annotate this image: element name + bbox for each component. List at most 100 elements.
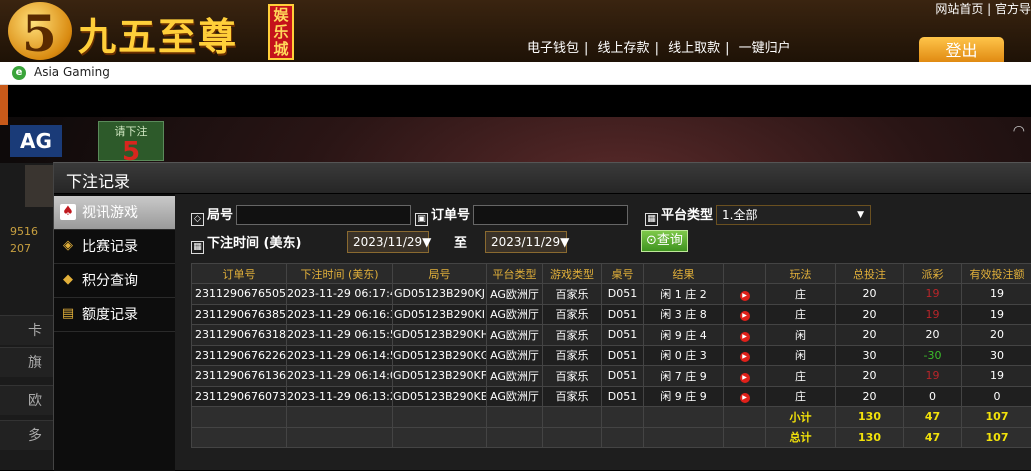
- table-cell: [724, 407, 766, 428]
- table-cell: 20: [904, 325, 962, 346]
- col-result: 结果: [644, 264, 724, 284]
- table-cell: D051: [602, 366, 644, 387]
- search-button[interactable]: ⊙查询: [641, 230, 688, 252]
- table-cell: 20: [836, 366, 904, 387]
- calendar-icon: ▦: [191, 241, 204, 254]
- nav-deposit[interactable]: 线上存款: [598, 41, 650, 56]
- table-cell: 闲 9 庄 4: [644, 325, 724, 346]
- table-cell: 20: [836, 386, 904, 407]
- table-cell: [287, 427, 393, 448]
- sidebar-item-match-records[interactable]: ◈ 比赛记录: [54, 230, 175, 264]
- search-button-label: 查询: [657, 233, 683, 248]
- table-row: 2311290676385732023-11-29 06:16:31GD0512…: [192, 304, 1031, 325]
- table-cell: -30: [904, 345, 962, 366]
- table-row: 2311290676505182023-11-29 06:17:41GD0512…: [192, 284, 1031, 305]
- table-cell: 30: [962, 345, 1031, 366]
- table-cell: 百家乐: [543, 366, 602, 387]
- table-cell: 20: [962, 325, 1031, 346]
- table-cell: 231129067650518: [192, 284, 287, 305]
- play-replay-icon[interactable]: ▶: [740, 332, 750, 342]
- play-replay-icon[interactable]: ▶: [740, 311, 750, 321]
- table-cell: 47: [904, 427, 962, 448]
- logo-badge: 娱乐城: [268, 4, 294, 60]
- table-cell: [602, 427, 644, 448]
- sidebar-item-label: 积分查询: [82, 273, 138, 289]
- game-side-item[interactable]: 多: [0, 420, 55, 450]
- site-header: 5 九五至尊 娱乐城 网站首页 | 官方导 电子钱包| 线上存款| 线上取款| …: [0, 0, 1031, 62]
- col-round: 局号: [393, 264, 487, 284]
- replay-cell[interactable]: ▶: [724, 345, 766, 366]
- diamond-icon: ◆: [60, 272, 76, 288]
- play-replay-icon[interactable]: ▶: [740, 373, 750, 383]
- replay-cell[interactable]: ▶: [724, 386, 766, 407]
- table-cell: 闲: [766, 325, 836, 346]
- sidebar-item-credit-records[interactable]: ▤ 额度记录: [54, 298, 175, 332]
- table-cell: [487, 407, 543, 428]
- table-cell: 19: [904, 304, 962, 325]
- table-cell: 庄: [766, 366, 836, 387]
- order-input[interactable]: [473, 205, 628, 225]
- replay-cell[interactable]: ▶: [724, 325, 766, 346]
- table-cell: AG欧洲厅: [487, 304, 543, 325]
- dialog-title: 下注记录: [66, 168, 130, 192]
- table-cell: GD05123B290KI: [393, 304, 487, 325]
- grid-icon: ▦: [645, 213, 658, 226]
- nav-withdraw[interactable]: 线上取款: [668, 41, 720, 56]
- table-cell: [192, 427, 287, 448]
- logout-button[interactable]: 登出: [919, 37, 1004, 62]
- table-cell: D051: [602, 345, 644, 366]
- table-cell: 19: [904, 366, 962, 387]
- wifi-icon: ◠: [1013, 123, 1025, 139]
- round-label: ◇局号: [191, 204, 233, 226]
- game-side-item[interactable]: 卡卡: [0, 315, 55, 345]
- table-cell: 19: [962, 366, 1031, 387]
- search-icon: ⊙: [646, 233, 657, 248]
- table-cell: 231129067631857: [192, 325, 287, 346]
- filter-form: ◇局号 ▣订单号 ▦平台类型 1.全部 ▼ ▦下注时间 (美东) 2023/11…: [175, 194, 1031, 262]
- replay-cell[interactable]: ▶: [724, 304, 766, 325]
- table-cell: 19: [962, 284, 1031, 305]
- table-cell: 0: [962, 386, 1031, 407]
- date-to-label: 至: [454, 232, 467, 251]
- top-links[interactable]: 网站首页 | 官方导: [935, 0, 1031, 17]
- table-cell: 130: [836, 427, 904, 448]
- col-platform: 平台类型: [487, 264, 543, 284]
- game-side-item[interactable]: 旗: [0, 347, 55, 377]
- platform-label: ▦平台类型: [645, 204, 713, 226]
- table-cell: [287, 407, 393, 428]
- replay-cell[interactable]: ▶: [724, 366, 766, 387]
- sidebar-item-label: 视讯游戏: [82, 205, 138, 221]
- replay-cell[interactable]: ▶: [724, 284, 766, 305]
- points-value: 207: [10, 240, 38, 257]
- tag-icon: ◇: [191, 213, 204, 226]
- game-side-item[interactable]: 欧: [0, 385, 55, 415]
- table-cell: D051: [602, 325, 644, 346]
- nav-e-wallet[interactable]: 电子钱包: [527, 41, 579, 56]
- play-replay-icon[interactable]: ▶: [740, 291, 750, 301]
- table-cell: 47: [904, 407, 962, 428]
- table-cell: 百家乐: [543, 304, 602, 325]
- date-to-picker[interactable]: 2023/11/29▼: [485, 231, 567, 253]
- nav-one-click-return[interactable]: 一键归户: [739, 41, 791, 56]
- platform-select[interactable]: 1.全部 ▼: [716, 205, 871, 225]
- sidebar-item-live-games[interactable]: ♠ 视讯游戏: [54, 196, 175, 230]
- table-cell: 130: [836, 407, 904, 428]
- round-input[interactable]: [236, 205, 411, 225]
- table-row: 2311290676136532023-11-29 06:14:02GD0512…: [192, 366, 1031, 387]
- table-cell: [543, 427, 602, 448]
- dialog-sidebar: ♠ 视讯游戏 ◈ 比赛记录 ◆ 积分查询 ▤ 额度记录: [54, 194, 175, 471]
- logo-digit: 5: [22, 4, 57, 62]
- platform-select-value: 1.全部: [722, 208, 757, 222]
- table-cell: [487, 427, 543, 448]
- play-replay-icon[interactable]: ▶: [740, 393, 750, 403]
- side-stats: 9516 207: [10, 223, 38, 257]
- table-cell: [192, 407, 287, 428]
- sidebar-item-points[interactable]: ◆ 积分查询: [54, 264, 175, 298]
- table-cell: AG欧洲厅: [487, 325, 543, 346]
- bet-records-dialog: 下注记录 ♠ 视讯游戏 ◈ 比赛记录 ◆ 积分查询 ▤ 额度记录 ◇局号 ▣订单…: [53, 162, 1031, 470]
- date-from-picker[interactable]: 2023/11/29▼: [347, 231, 429, 253]
- table-cell: GD05123B290KJ: [393, 284, 487, 305]
- table-cell: 2023-11-29 06:16:31: [287, 304, 393, 325]
- table-cell: 闲 9 庄 9: [644, 386, 724, 407]
- play-replay-icon[interactable]: ▶: [740, 352, 750, 362]
